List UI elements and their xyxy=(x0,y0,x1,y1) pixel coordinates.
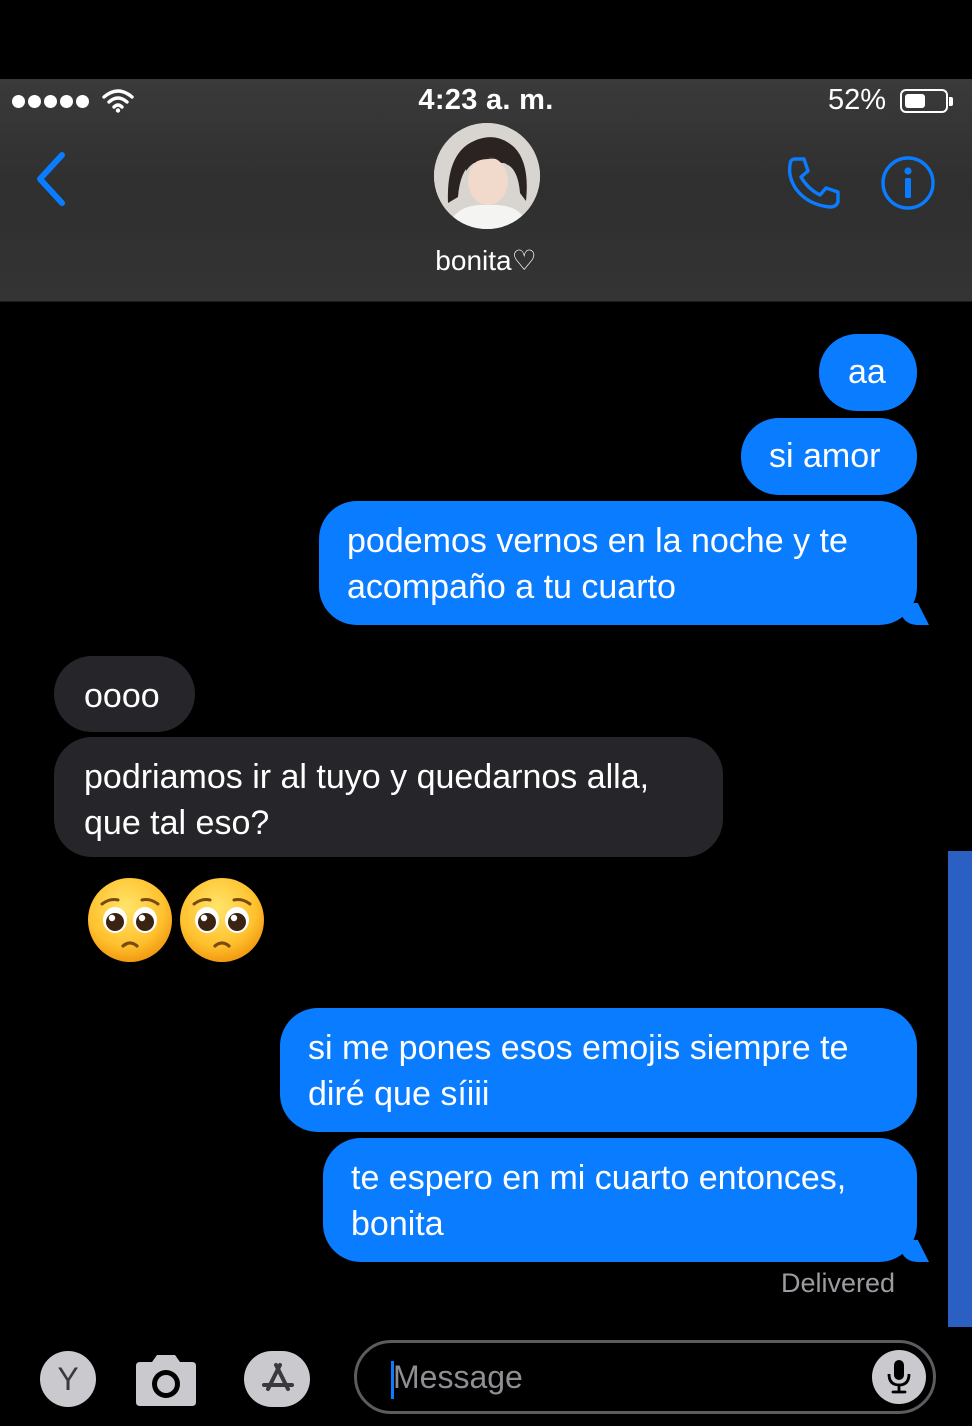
emoji-message[interactable] xyxy=(86,876,276,966)
message-text: si amor xyxy=(769,437,881,475)
apps-button[interactable]: Y xyxy=(40,1351,96,1407)
battery-percentage: 52% xyxy=(828,84,887,116)
app-store-button[interactable] xyxy=(244,1351,310,1407)
message-bubble-incoming[interactable]: podriamos ir al tuyo y quedarnos alla, q… xyxy=(54,737,723,857)
pleading-face-emoji xyxy=(88,878,172,962)
status-time: 4:23 a. m. xyxy=(418,84,554,116)
message-text-line: si me pones esos emojis siempre te xyxy=(308,1029,849,1067)
message-bubble-outgoing[interactable]: podemos vernos en la noche y te acompaño… xyxy=(319,501,917,625)
camera-icon[interactable] xyxy=(132,1352,200,1408)
battery-icon xyxy=(900,89,953,113)
message-text: aa xyxy=(848,353,886,391)
message-bubble-outgoing[interactable]: si me pones esos emojis siempre te diré … xyxy=(280,1008,917,1132)
contact-name[interactable]: bonita♡ xyxy=(0,244,972,277)
message-text-line: acompaño a tu cuarto xyxy=(347,568,676,606)
message-bubble-outgoing[interactable]: te espero en mi cuarto entonces, bonita xyxy=(323,1138,917,1262)
delivered-status: Delivered xyxy=(781,1268,896,1298)
message-text: oooo xyxy=(84,677,160,715)
message-text-line: podemos vernos en la noche y te xyxy=(347,522,848,560)
app-store-icon xyxy=(262,1363,294,1391)
message-input[interactable]: Message xyxy=(354,1340,936,1414)
message-text-line: diré que síiii xyxy=(308,1075,490,1113)
contact-avatar[interactable] xyxy=(434,123,540,229)
info-icon[interactable] xyxy=(879,154,937,212)
message-bubble-outgoing[interactable]: si amor xyxy=(741,418,917,495)
message-bubble-incoming[interactable]: oooo xyxy=(54,656,195,732)
battery-fill xyxy=(905,94,925,108)
message-text-line: podriamos ir al tuyo y quedarnos alla, xyxy=(84,758,650,796)
message-text-line: te espero en mi cuarto entonces, xyxy=(351,1159,847,1197)
dictation-button[interactable] xyxy=(872,1350,926,1404)
message-placeholder: Message xyxy=(393,1359,523,1395)
message-bubble-outgoing[interactable]: aa xyxy=(819,334,917,411)
scrollbar[interactable] xyxy=(948,851,972,1327)
pleading-face-emoji xyxy=(180,878,264,962)
phone-icon[interactable] xyxy=(786,155,842,209)
message-text-line: bonita xyxy=(351,1205,444,1243)
back-chevron-icon[interactable] xyxy=(32,151,70,207)
message-text-line: que tal eso? xyxy=(84,804,270,842)
microphone-icon xyxy=(887,1360,911,1394)
